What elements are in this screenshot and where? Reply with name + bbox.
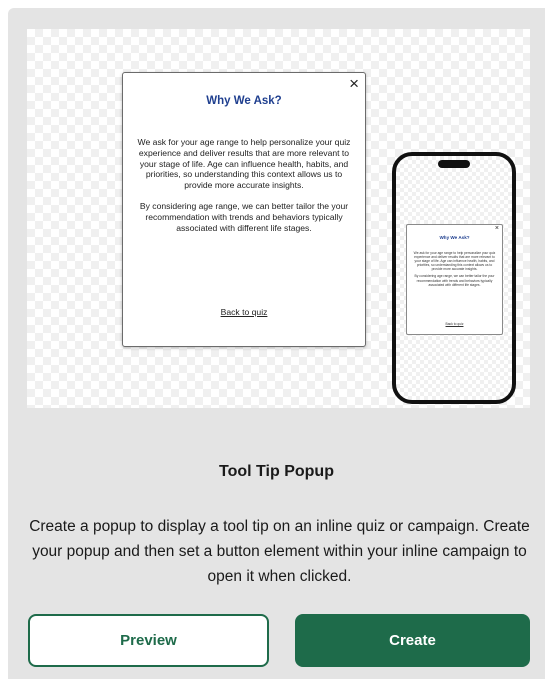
mobile-popup-preview: × Why We Ask? We ask for your age range … <box>406 224 503 335</box>
back-to-quiz-link: Back to quiz <box>220 307 268 317</box>
popup-body: We ask for your age range to help person… <box>135 137 353 233</box>
close-icon: × <box>349 74 359 93</box>
card-description: Create a popup to display a tool tip on … <box>29 518 530 585</box>
popup-paragraph-2: By considering age range, we can better … <box>139 200 349 233</box>
phone-mockup: × Why We Ask? We ask for your age range … <box>392 152 516 404</box>
desktop-popup-preview: × Why We Ask? We ask for your age range … <box>122 72 366 347</box>
preview-button[interactable]: Preview <box>28 614 269 667</box>
mobile-popup-paragraph-1: We ask for your age range to help person… <box>413 251 496 272</box>
create-button[interactable]: Create <box>295 614 530 667</box>
card-title: Tool Tip Popup <box>219 463 334 480</box>
close-icon: × <box>494 225 499 232</box>
popup-paragraph-1: We ask for your age range to help person… <box>137 137 351 191</box>
mobile-popup-title: Why We Ask? <box>439 235 470 240</box>
popup-title: Why We Ask? <box>206 95 282 107</box>
template-preview-image: × Why We Ask? We ask for your age range … <box>27 29 530 408</box>
phone-notch <box>438 160 470 168</box>
mobile-back-to-quiz-link: Back to quiz <box>445 322 464 326</box>
mobile-popup-paragraph-2: By considering age range, we can better … <box>414 274 495 287</box>
mobile-popup-body: We ask for your age range to help person… <box>412 251 497 287</box>
